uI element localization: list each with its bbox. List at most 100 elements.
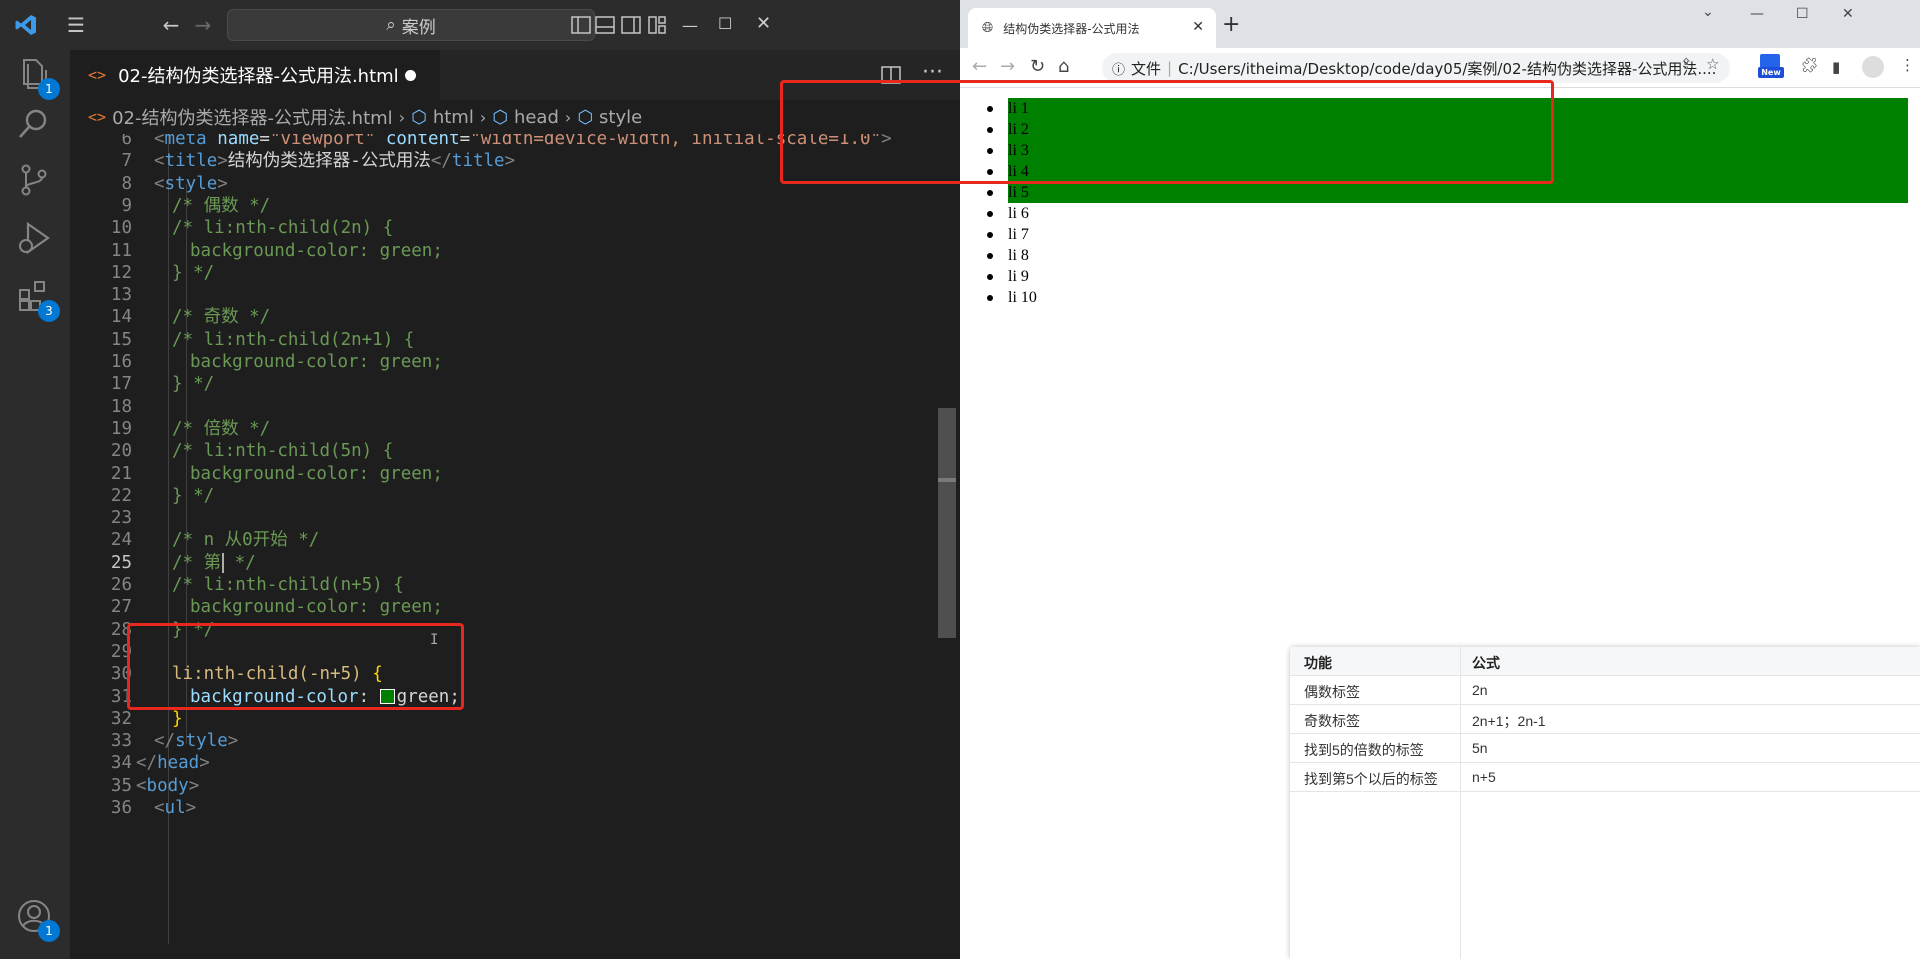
line-number: 36 xyxy=(110,798,132,818)
editor-area: <> 02-结构伪类选择器-公式用法.html ··· <> 02-结构伪类选择… xyxy=(70,50,960,959)
toggle-panel-icon[interactable] xyxy=(594,14,616,36)
run-debug-icon[interactable] xyxy=(14,218,56,260)
table-header-cell: 功能 xyxy=(1304,655,1332,671)
browser-tab-title: 结构伪类选择器-公式用法 xyxy=(1003,21,1140,36)
list-item: li 7 xyxy=(987,224,1908,245)
table-row: 找到第5个以后的标签 n+5 xyxy=(1290,763,1920,792)
html-file-icon: <> xyxy=(88,66,107,84)
command-center-search[interactable]: ⌕ 案例 xyxy=(227,9,595,41)
browser-maximize-icon[interactable]: ☐ xyxy=(1796,6,1809,22)
browser-menu-icon[interactable]: ⋮ xyxy=(1900,56,1915,74)
table-row: 奇数标签 2n+1；2n-1 xyxy=(1290,705,1920,734)
forward-arrow-icon[interactable]: → xyxy=(1000,56,1015,77)
chevron-right-icon: › xyxy=(564,107,572,127)
profile-avatar-icon[interactable] xyxy=(1862,56,1884,78)
back-arrow-icon[interactable]: ← xyxy=(972,56,987,77)
element-cube-icon: ⬡ xyxy=(411,106,427,128)
home-icon[interactable]: ⌂ xyxy=(1058,56,1069,77)
list-item: li 9 xyxy=(987,266,1908,287)
annotation-red-box-code xyxy=(127,623,464,710)
browser-minimize-icon[interactable]: — xyxy=(1750,6,1764,22)
new-badge-label: New xyxy=(1758,67,1784,78)
search-icon[interactable] xyxy=(14,104,56,146)
menu-icon[interactable]: ☰ xyxy=(62,13,90,37)
bullet-icon xyxy=(987,253,993,259)
source-control-icon[interactable] xyxy=(14,160,56,202)
address-separator: | xyxy=(1167,59,1173,77)
back-arrow-icon[interactable]: ← xyxy=(158,13,184,37)
table-column-divider xyxy=(1460,647,1461,959)
element-cube-icon: ⬡ xyxy=(577,106,594,128)
address-bar[interactable]: ⓘ 文件 | C:/Users/itheima/Desktop/code/day… xyxy=(1102,53,1730,83)
element-cube-icon: ⬡ xyxy=(492,106,508,128)
info-icon: ⓘ xyxy=(1112,62,1126,78)
table-header-cell: 公式 xyxy=(1472,655,1500,671)
unsaved-dot-icon[interactable] xyxy=(405,70,416,81)
share-icon[interactable]: ⇪ xyxy=(1680,55,1693,73)
bullet-icon xyxy=(987,295,993,301)
bookmark-star-icon[interactable]: ☆ xyxy=(1706,55,1719,73)
account-icon[interactable]: 1 xyxy=(14,896,60,942)
editor-tab-active[interactable]: <> 02-结构伪类选择器-公式用法.html xyxy=(70,50,440,100)
address-file-label: 文件 xyxy=(1131,59,1162,78)
new-tab-icon[interactable]: + xyxy=(1222,12,1240,37)
code-text: <ul> xyxy=(154,798,197,818)
annotation-red-box-browser xyxy=(780,80,1554,184)
chevron-down-icon[interactable]: ⌄ xyxy=(1702,4,1714,20)
address-url: C:/Users/itheima/Desktop/code/day05/案例/0… xyxy=(1178,59,1717,78)
list-item-text: li 9 xyxy=(1008,268,1029,285)
close-tab-icon[interactable]: ✕ xyxy=(1192,19,1204,35)
formula-reference-table: 功能 公式 偶数标签 2n 奇数标签 2n+1；2n-1 找到5的倍数的标签 5… xyxy=(1290,647,1920,959)
globe-icon: 🌐︎ xyxy=(982,20,994,36)
code-line[interactable]: 36 <ul> xyxy=(70,795,960,822)
breadcrumb-head[interactable]: head xyxy=(514,107,559,128)
code-editor[interactable]: 6 <meta name="viewport" content="width=de… xyxy=(70,134,960,959)
extensions-badge: 3 xyxy=(38,300,60,322)
bullet-icon xyxy=(987,190,993,196)
customize-layout-icon[interactable] xyxy=(646,14,668,36)
table-cell: 找到第5个以后的标签 xyxy=(1304,771,1438,787)
list-item-text: li 5 xyxy=(1008,184,1029,201)
browser-close-icon[interactable]: ✕ xyxy=(1842,6,1854,22)
table-cell: n+5 xyxy=(1472,769,1496,785)
table-cell: 2n xyxy=(1472,682,1488,698)
tab-filename: 02-结构伪类选择器-公式用法.html xyxy=(118,66,399,87)
vscode-logo-icon xyxy=(12,13,40,37)
browser-tab-strip: 🌐︎ 结构伪类选择器-公式用法 ✕ + ⌄ — ☐ ✕ xyxy=(960,0,1920,48)
bullet-icon xyxy=(987,211,993,217)
breadcrumb-html[interactable]: html xyxy=(433,107,474,128)
extensions-puzzle-icon[interactable]: 🧩︎ xyxy=(1800,56,1819,74)
table-cell: 奇数标签 xyxy=(1304,713,1360,729)
forward-arrow-icon[interactable]: → xyxy=(190,13,216,37)
list-item: li 10 xyxy=(987,287,1908,308)
list-item: li 5 xyxy=(987,182,1908,203)
chevron-right-icon: › xyxy=(398,107,406,127)
minimize-icon[interactable]: — xyxy=(682,16,698,35)
toggle-primary-sidebar-icon[interactable] xyxy=(570,14,592,36)
command-center-text: 案例 xyxy=(401,17,436,38)
bullet-icon xyxy=(987,232,993,238)
chevron-right-icon: › xyxy=(479,107,487,127)
editor-scrollbar[interactable] xyxy=(938,408,956,638)
list-item-text: li 7 xyxy=(1008,226,1029,243)
close-window-icon[interactable]: ✕ xyxy=(756,13,771,34)
list-item-text: li 10 xyxy=(1008,289,1037,306)
maximize-icon[interactable]: ☐ xyxy=(718,14,732,33)
explorer-icon[interactable]: 1 xyxy=(14,54,60,100)
reload-icon[interactable]: ↻ xyxy=(1030,56,1045,77)
extensions-icon[interactable]: 3 xyxy=(14,276,60,322)
html-file-icon: <> xyxy=(88,108,107,126)
side-panel-icon[interactable]: ▮ xyxy=(1832,58,1840,76)
vscode-titlebar: ☰ ← → ⌕ 案例 — ☐ ✕ xyxy=(0,0,960,50)
new-extension-icon[interactable]: New xyxy=(1758,54,1784,78)
list-item-text: li 6 xyxy=(1008,205,1029,222)
search-icon: ⌕ xyxy=(386,15,396,35)
list-item: li 8 xyxy=(987,245,1908,266)
toggle-secondary-sidebar-icon[interactable] xyxy=(620,14,642,36)
activity-bar: 1 3 1 xyxy=(0,50,70,959)
breadcrumb-file[interactable]: 02-结构伪类选择器-公式用法.html xyxy=(112,104,393,130)
table-cell: 找到5的倍数的标签 xyxy=(1304,742,1424,758)
breadcrumb-style[interactable]: style xyxy=(599,107,642,128)
table-header-row: 功能 公式 xyxy=(1290,647,1920,676)
browser-tab-active[interactable]: 🌐︎ 结构伪类选择器-公式用法 ✕ xyxy=(968,8,1216,48)
